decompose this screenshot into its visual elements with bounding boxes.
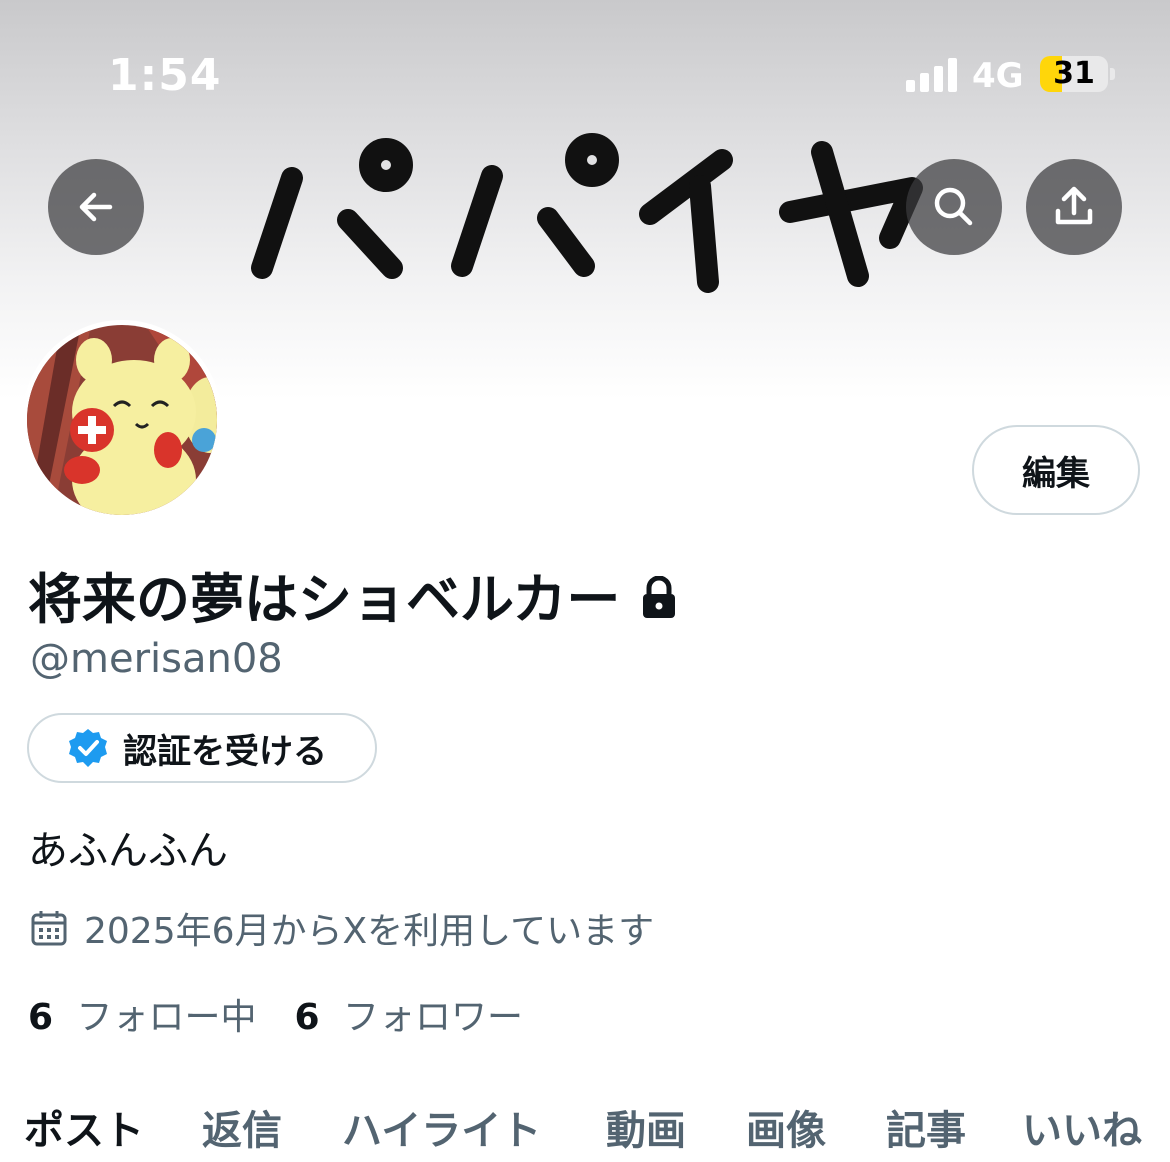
tab-posts[interactable]: ポスト xyxy=(24,1098,144,1156)
arrow-left-icon xyxy=(79,192,113,222)
avatar[interactable] xyxy=(22,320,222,520)
battery-percent: 31 xyxy=(1053,56,1095,91)
tab-videos[interactable]: 動画 xyxy=(606,1098,686,1156)
joined-row: 2025年6月からXを利用しています xyxy=(30,902,654,954)
signal-icon xyxy=(906,58,957,92)
lock-icon xyxy=(643,575,676,618)
search-icon xyxy=(934,187,973,226)
get-verified-button[interactable]: 認証を受ける xyxy=(27,713,377,783)
calendar-icon xyxy=(31,911,67,946)
tab-likes[interactable]: いいね xyxy=(1022,1098,1142,1156)
battery-icon: 31 xyxy=(1040,56,1108,92)
following-count: 6 xyxy=(28,997,54,1038)
avatar-image xyxy=(27,325,217,515)
profile-name-row: 将来の夢はショベルカー xyxy=(28,555,678,634)
share-upload-icon xyxy=(1055,186,1093,225)
followers-count: 6 xyxy=(294,997,320,1038)
search-button[interactable] xyxy=(906,159,1002,255)
followers-link[interactable]: 6 フォロワー xyxy=(295,988,524,1040)
status-time: 1:54 xyxy=(108,50,222,101)
profile-tabs: ポスト 返信 ハイライト 動画 画像 記事 いいね xyxy=(0,1098,1170,1162)
edit-profile-button[interactable]: 編集 xyxy=(972,425,1140,515)
share-button[interactable] xyxy=(1026,159,1122,255)
network-type: 4G xyxy=(972,56,1024,96)
following-label: フォロー中 xyxy=(76,997,257,1038)
profile-bio: あふんふん xyxy=(28,828,228,874)
followers-label: フォロワー xyxy=(343,997,524,1038)
tab-replies[interactable]: 返信 xyxy=(202,1098,282,1156)
battery-cap xyxy=(1110,68,1115,80)
tab-photos[interactable]: 画像 xyxy=(746,1098,826,1156)
follow-stats: 6 フォロー中 6 フォロワー xyxy=(28,988,523,1040)
joined-date: 2025年6月からXを利用しています xyxy=(84,911,655,952)
tab-highlights[interactable]: ハイライト xyxy=(342,1098,541,1156)
profile-name: 将来の夢はショベルカー xyxy=(28,568,621,631)
following-link[interactable]: 6 フォロー中 xyxy=(28,988,257,1040)
tab-articles[interactable]: 記事 xyxy=(886,1098,966,1156)
back-button[interactable] xyxy=(48,159,144,255)
verified-badge-icon xyxy=(69,729,107,767)
get-verified-label: 認証を受ける xyxy=(123,731,327,772)
profile-handle: @merisan08 xyxy=(30,636,283,682)
